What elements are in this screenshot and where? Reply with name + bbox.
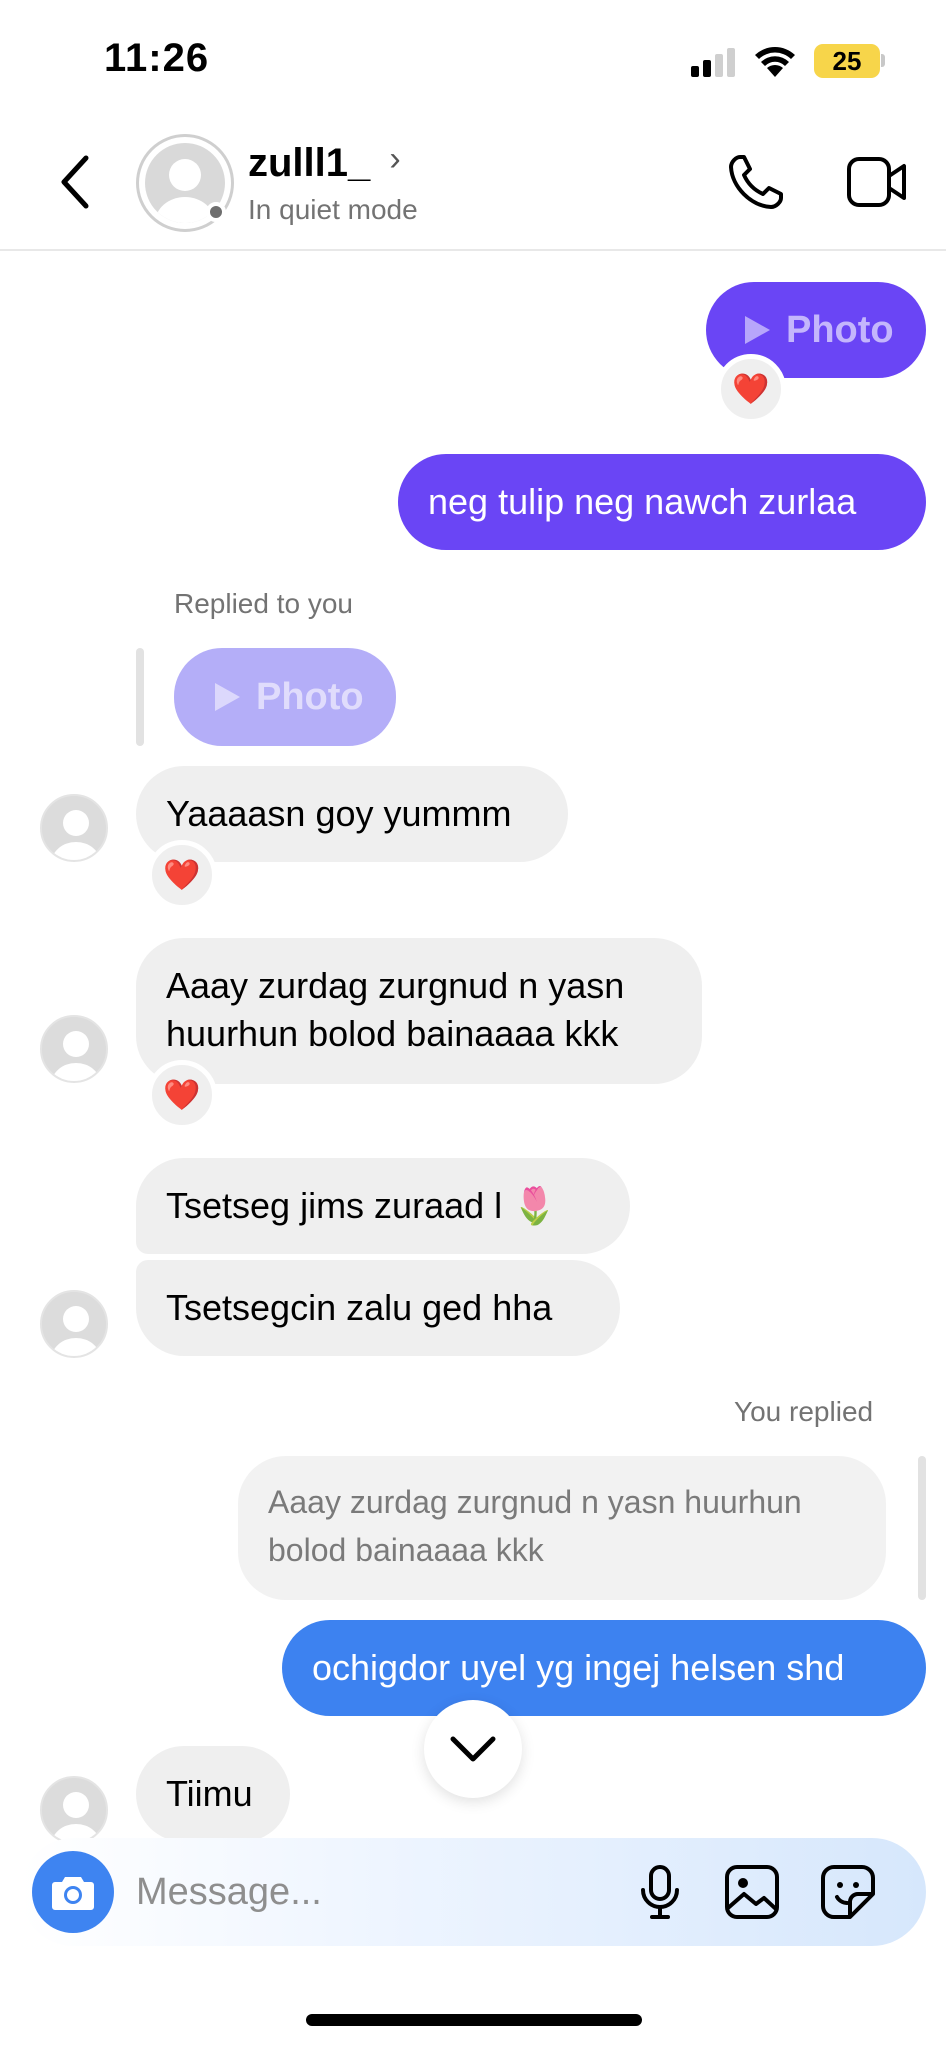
quoted-text-line-1: Aaay zurdag zurgnud n yasn huurhun <box>268 1484 802 1520</box>
message-text: ochigdor uyel yg ingej helsen shd <box>312 1647 845 1688</box>
sent-message[interactable]: ochigdor uyel yg ingej helsen shd <box>282 1620 926 1716</box>
sender-avatar[interactable] <box>40 794 108 862</box>
quiet-mode-status-dot <box>206 202 226 222</box>
received-message[interactable]: Tsetsegcin zalu ged hha <box>136 1260 620 1356</box>
message-text: Tiimu <box>166 1773 253 1814</box>
battery-nub <box>881 54 885 67</box>
cellular-signal-icon <box>691 48 735 77</box>
home-indicator <box>306 2014 642 2026</box>
heart-icon: ❤️ <box>732 372 770 406</box>
header-username[interactable]: zulll1_ › <box>248 140 401 186</box>
heart-reaction[interactable]: ❤️ <box>716 354 786 424</box>
heart-reaction[interactable]: ❤️ <box>147 840 217 910</box>
replied-photo-preview[interactable]: Photo <box>174 648 396 746</box>
message-text: Tsetseg jims zuraad l 🌷 <box>166 1185 557 1226</box>
back-arrow-icon[interactable] <box>56 152 96 212</box>
sender-avatar[interactable] <box>40 1290 108 1358</box>
quoted-text-line-2: bolod bainaaaa kkk <box>268 1532 544 1568</box>
received-message[interactable]: Tsetseg jims zuraad l 🌷 <box>136 1158 630 1254</box>
message-text: Tsetsegcin zalu ged hha <box>166 1287 553 1328</box>
heart-icon: ❤️ <box>163 1078 201 1112</box>
header-divider <box>0 249 946 251</box>
microphone-icon[interactable] <box>640 1864 680 1920</box>
username-text: zulll1_ <box>248 141 371 185</box>
quoted-reply-preview[interactable]: Aaay zurdag zurgnud n yasn huurhun bolod… <box>238 1456 886 1600</box>
video-call-icon[interactable] <box>846 156 908 208</box>
received-message[interactable]: Tiimu <box>136 1746 290 1842</box>
camera-icon <box>52 1877 94 1910</box>
header-status-subtitle: In quiet mode <box>248 194 418 225</box>
play-icon <box>745 316 770 344</box>
camera-button[interactable] <box>32 1851 114 1933</box>
gallery-image-icon[interactable] <box>724 1864 780 1920</box>
chevron-right-icon: › <box>389 140 401 178</box>
reply-quote-bar <box>136 648 144 746</box>
heart-reaction[interactable]: ❤️ <box>147 1060 217 1130</box>
status-time: 11:26 <box>104 36 210 80</box>
chevron-down-icon <box>450 1736 496 1762</box>
message-text-line-2: huurhun bolod bainaaaa kkk <box>166 1013 619 1054</box>
reply-quote-bar <box>918 1456 926 1600</box>
photo-label: Photo <box>256 676 364 718</box>
play-icon <box>215 683 240 711</box>
phone-call-icon[interactable] <box>726 152 786 212</box>
photo-label: Photo <box>786 309 894 351</box>
sender-avatar[interactable] <box>40 1015 108 1083</box>
scroll-to-bottom-button[interactable] <box>424 1700 522 1798</box>
sent-message[interactable]: neg tulip neg nawch zurlaa <box>398 454 926 550</box>
message-text: Yaaaasn goy yummm <box>166 793 512 834</box>
replied-to-you-label: Replied to you <box>174 588 354 619</box>
message-text: neg tulip neg nawch zurlaa <box>428 481 857 522</box>
message-text-line-1: Aaay zurdag zurgnud n yasn <box>166 965 625 1006</box>
sender-avatar[interactable] <box>40 1776 108 1844</box>
battery-indicator: 25 <box>814 44 880 78</box>
you-replied-label: You replied <box>734 1396 874 1427</box>
message-input[interactable] <box>136 1862 616 1922</box>
received-message[interactable]: Aaay zurdag zurgnud n yasn huurhun bolod… <box>136 938 702 1084</box>
sticker-icon[interactable] <box>820 1864 876 1920</box>
wifi-icon <box>755 47 795 77</box>
heart-icon: ❤️ <box>163 858 201 892</box>
